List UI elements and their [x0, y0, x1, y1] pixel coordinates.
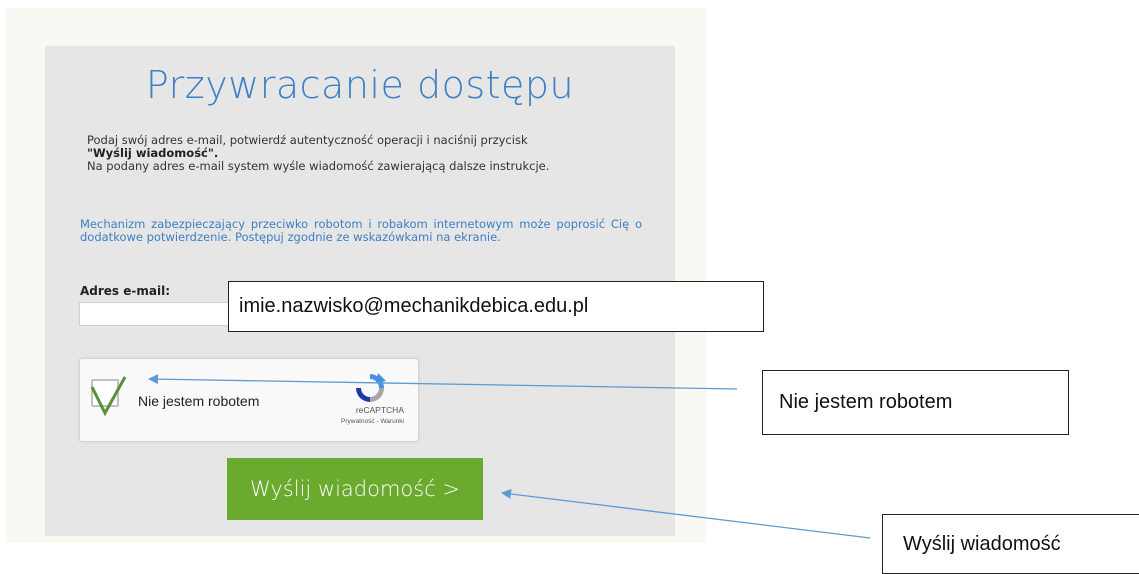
arrow-to-send-button [501, 489, 871, 539]
callout-email-example: imie.nazwisko@mechanikdebica.edu.pl [228, 281, 764, 332]
callout-send-message: Wyślij wiadomość [882, 514, 1139, 574]
arrow-to-recaptcha [148, 374, 738, 390]
callout-not-robot: Nie jestem robotem [762, 370, 1069, 435]
